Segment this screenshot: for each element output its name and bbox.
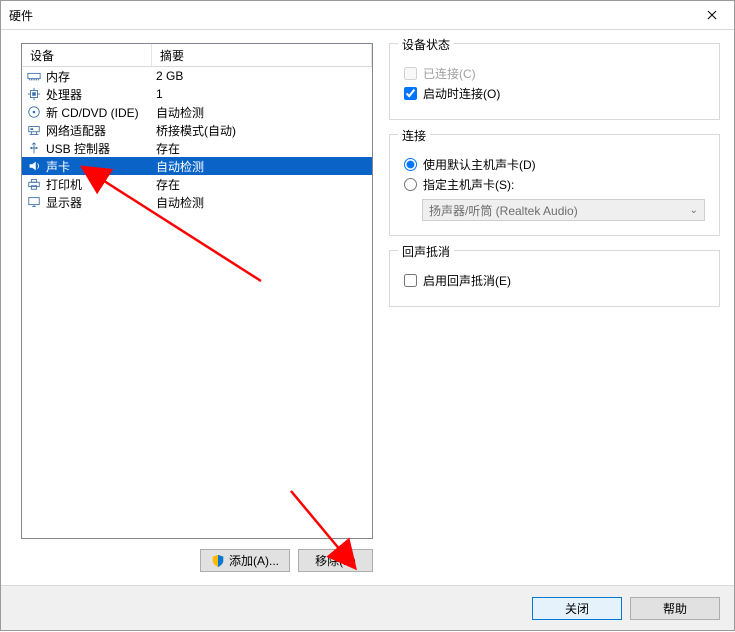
- cd-icon: [26, 104, 42, 120]
- device-row[interactable]: 显示器 自动检测: [22, 193, 372, 211]
- use-default-radio[interactable]: 使用默认主机声卡(D): [404, 156, 705, 173]
- sound-card-select: 扬声器/听筒 (Realtek Audio) ⌄: [422, 199, 705, 221]
- device-name: 声卡: [46, 158, 70, 175]
- connect-on-start-checkbox[interactable]: 启动时连接(O): [404, 85, 705, 102]
- close-button-label: 关闭: [565, 600, 589, 617]
- memory-icon: [26, 68, 42, 84]
- device-summary: 自动检测: [152, 157, 372, 175]
- device-row[interactable]: 网络适配器 桥接模式(自动): [22, 121, 372, 139]
- device-status-legend: 设备状态: [398, 36, 454, 53]
- enable-echo-checkbox[interactable]: 启用回声抵消(E): [404, 272, 705, 289]
- column-header-device[interactable]: 设备: [22, 44, 152, 66]
- sound-icon: [26, 158, 42, 174]
- add-button-label: 添加(A)...: [229, 552, 279, 569]
- echo-cancel-group: 回声抵消 启用回声抵消(E): [389, 250, 720, 307]
- device-summary: 自动检测: [152, 193, 372, 211]
- remove-button-label: 移除(R): [315, 552, 356, 569]
- device-summary: 存在: [152, 175, 372, 193]
- chevron-down-icon: ⌄: [690, 205, 698, 216]
- device-summary: 1: [152, 85, 372, 103]
- device-summary: 存在: [152, 139, 372, 157]
- connection-legend: 连接: [398, 127, 430, 144]
- device-row[interactable]: 处理器 1: [22, 85, 372, 103]
- echo-cancel-legend: 回声抵消: [398, 243, 454, 260]
- device-status-group: 设备状态 已连接(C) 启动时连接(O): [389, 43, 720, 120]
- device-summary: 自动检测: [152, 103, 372, 121]
- connected-label: 已连接(C): [423, 65, 476, 82]
- connection-group: 连接 使用默认主机声卡(D) 指定主机声卡(S): 扬声器/听筒 (Realte…: [389, 134, 720, 236]
- close-icon[interactable]: [690, 1, 734, 29]
- device-name: 新 CD/DVD (IDE): [46, 104, 139, 121]
- device-name: 处理器: [46, 86, 82, 103]
- printer-icon: [26, 176, 42, 192]
- connected-checkbox: 已连接(C): [404, 65, 705, 82]
- column-header-summary[interactable]: 摘要: [152, 44, 372, 66]
- device-name: 网络适配器: [46, 122, 106, 139]
- enable-echo-label: 启用回声抵消(E): [423, 272, 511, 289]
- device-name: 显示器: [46, 194, 82, 211]
- device-row[interactable]: 声卡 自动检测: [22, 157, 372, 175]
- device-row[interactable]: 打印机 存在: [22, 175, 372, 193]
- connect-on-start-label: 启动时连接(O): [423, 85, 500, 102]
- specify-label: 指定主机声卡(S):: [423, 176, 514, 193]
- network-icon: [26, 122, 42, 138]
- device-name: 打印机: [46, 176, 82, 193]
- sound-card-value: 扬声器/听筒 (Realtek Audio): [429, 202, 578, 219]
- device-row[interactable]: 新 CD/DVD (IDE) 自动检测: [22, 103, 372, 121]
- device-summary: 2 GB: [152, 67, 372, 85]
- cpu-icon: [26, 86, 42, 102]
- device-list[interactable]: 设备 摘要 内存 2 GB 处理器 1 新 CD/DVD (IDE) 自动检测 …: [21, 43, 373, 539]
- device-row[interactable]: USB 控制器 存在: [22, 139, 372, 157]
- help-button[interactable]: 帮助: [630, 597, 720, 620]
- window-title: 硬件: [9, 7, 33, 24]
- device-row[interactable]: 内存 2 GB: [22, 67, 372, 85]
- use-default-label: 使用默认主机声卡(D): [423, 156, 536, 173]
- close-button[interactable]: 关闭: [532, 597, 622, 620]
- add-button[interactable]: 添加(A)...: [200, 549, 290, 572]
- display-icon: [26, 194, 42, 210]
- help-button-label: 帮助: [663, 600, 687, 617]
- specify-radio[interactable]: 指定主机声卡(S):: [404, 176, 705, 193]
- device-name: USB 控制器: [46, 140, 110, 157]
- device-summary: 桥接模式(自动): [152, 121, 372, 139]
- remove-button[interactable]: 移除(R): [298, 549, 373, 572]
- shield-icon: [211, 554, 225, 568]
- device-name: 内存: [46, 68, 70, 85]
- usb-icon: [26, 140, 42, 156]
